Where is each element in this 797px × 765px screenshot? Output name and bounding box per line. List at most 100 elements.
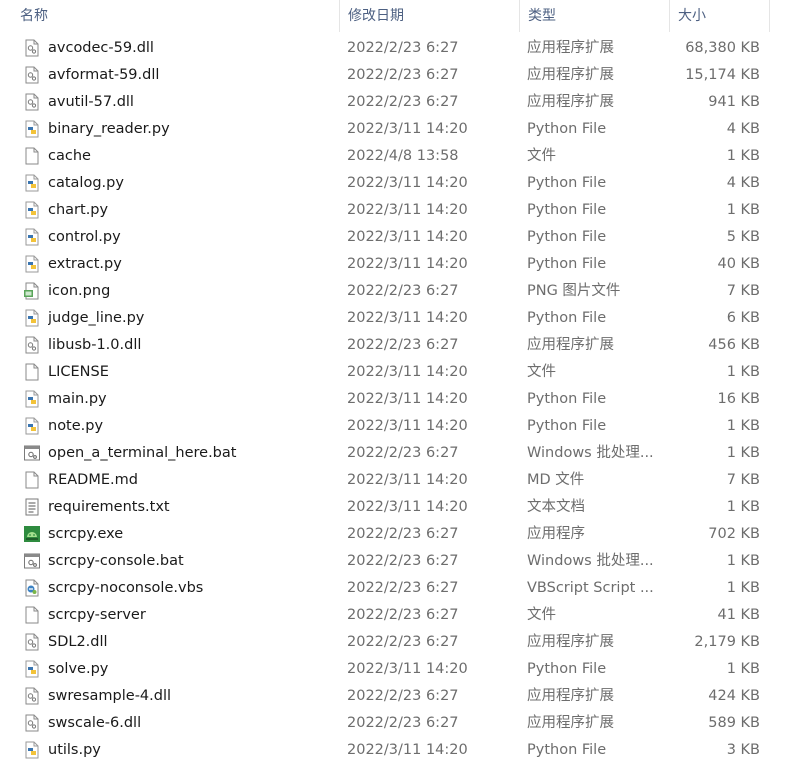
file-size: 1 KB [726,202,760,218]
name-column-header[interactable]: ^ 名称 [12,0,340,32]
file-row[interactable]: chart.py 2022/3/11 14:20 Python File 1 KB [0,197,797,224]
date-column-header[interactable]: 修改日期 [340,0,520,32]
file-row[interactable]: avcodec-59.dll 2022/2/23 6:27 应用程序扩展 68,380… [0,35,797,62]
file-name: judge_line.py [48,310,145,326]
file-row[interactable]: scrcpy-server 2022/2/23 6:27 文件 41 KB [0,602,797,629]
file-name: libusb-1.0.dll [48,337,142,353]
file-name: note.py [48,418,104,434]
file-modified-date: 2022/3/11 14:20 [347,175,468,191]
file-size: 1 KB [726,445,760,461]
file-size: 16 KB [717,391,760,407]
file-name: open_a_terminal_here.bat [48,445,237,461]
file-row[interactable]: judge_line.py 2022/3/11 14:20 Python File 6… [0,305,797,332]
file-size: 1 KB [726,364,760,380]
file-type: Python File [527,229,607,245]
file-name: utils.py [48,742,101,758]
file-size: 15,174 KB [685,67,760,83]
file-name: icon.png [48,283,111,299]
file-row[interactable]: swscale-6.dll 2022/2/23 6:27 应用程序扩展 589 KB [0,710,797,737]
file-modified-date: 2022/3/11 14:20 [347,364,468,380]
file-size: 5 KB [726,229,760,245]
file-size: 1 KB [726,499,760,515]
file-type: Windows 批处理... [527,553,654,569]
file-size: 1 KB [726,553,760,569]
dll-icon [23,39,41,57]
file-modified-date: 2022/2/23 6:27 [347,337,459,353]
file-modified-date: 2022/3/11 14:20 [347,121,468,137]
file-row[interactable]: avformat-59.dll 2022/2/23 6:27 应用程序扩展 15,17… [0,62,797,89]
file-type: 应用程序扩展 [527,40,614,56]
file-name: main.py [48,391,107,407]
file-size: 40 KB [717,256,760,272]
file-type: 文件 [527,607,556,623]
file-row[interactable]: catalog.py 2022/3/11 14:20 Python File 4 KB [0,170,797,197]
file-modified-date: 2022/2/23 6:27 [347,40,459,56]
file-row[interactable]: open_a_terminal_here.bat 2022/2/23 6:27 Wi… [0,440,797,467]
python-file-icon [23,255,41,273]
file-size: 4 KB [726,121,760,137]
file-type: Python File [527,661,607,677]
file-row[interactable]: scrcpy-console.bat 2022/2/23 6:27 Windows … [0,548,797,575]
file-type: 应用程序扩展 [527,634,614,650]
file-modified-date: 2022/3/11 14:20 [347,229,468,245]
python-file-icon [23,309,41,327]
file-row[interactable]: README.md 2022/3/11 14:20 MD 文件 7 KB [0,467,797,494]
file-size: 7 KB [726,472,760,488]
file-row[interactable]: scrcpy-noconsole.vbs 2022/2/23 6:27 VBScri… [0,575,797,602]
file-name: README.md [48,472,138,488]
file-name: binary_reader.py [48,121,170,137]
file-type: 应用程序扩展 [527,715,614,731]
file-modified-date: 2022/3/11 14:20 [347,310,468,326]
file-row[interactable]: solve.py 2022/3/11 14:20 Python File 1 KB [0,656,797,683]
dll-icon [23,633,41,651]
python-file-icon [23,741,41,759]
blank-file-icon [23,606,41,624]
file-row[interactable]: cache 2022/4/8 13:58 文件 1 KB [0,143,797,170]
file-type: 应用程序扩展 [527,67,614,83]
type-column-header[interactable]: 类型 [520,0,670,32]
dll-icon [23,336,41,354]
file-modified-date: 2022/3/11 14:20 [347,472,468,488]
file-name: extract.py [48,256,122,272]
file-modified-date: 2022/3/11 14:20 [347,391,468,407]
file-row[interactable]: control.py 2022/3/11 14:20 Python File 5 KB [0,224,797,251]
file-type: Python File [527,391,607,407]
batch-file-icon [23,444,41,462]
file-type: 文件 [527,148,556,164]
file-size: 3 KB [726,742,760,758]
file-row[interactable]: note.py 2022/3/11 14:20 Python File 1 KB [0,413,797,440]
size-column-header[interactable]: 大小 [670,0,770,32]
file-row[interactable]: requirements.txt 2022/3/11 14:20 文本文档 1 KB [0,494,797,521]
vbscript-file-icon [23,579,41,597]
file-row[interactable]: libusb-1.0.dll 2022/2/23 6:27 应用程序扩展 456 KB [0,332,797,359]
file-row[interactable]: main.py 2022/3/11 14:20 Python File 16 KB [0,386,797,413]
file-size: 424 KB [708,688,760,704]
file-row[interactable]: icon.png 2022/2/23 6:27 PNG 图片文件 7 KB [0,278,797,305]
file-row[interactable]: avutil-57.dll 2022/2/23 6:27 应用程序扩展 941 KB [0,89,797,116]
file-row[interactable]: binary_reader.py 2022/3/11 14:20 Python Fi… [0,116,797,143]
file-name: avutil-57.dll [48,94,134,110]
text-file-icon [23,498,41,516]
file-row[interactable]: scrcpy.exe 2022/2/23 6:27 应用程序 702 KB [0,521,797,548]
file-name: scrcpy-server [48,607,146,623]
file-row[interactable]: swresample-4.dll 2022/2/23 6:27 应用程序扩展 424 … [0,683,797,710]
file-name: SDL2.dll [48,634,108,650]
dll-icon [23,714,41,732]
dll-icon [23,66,41,84]
file-row[interactable]: LICENSE 2022/3/11 14:20 文件 1 KB [0,359,797,386]
file-name: swscale-6.dll [48,715,142,731]
file-name: cache [48,148,91,164]
image-file-icon [23,282,41,300]
file-size: 1 KB [726,661,760,677]
file-size: 41 KB [717,607,760,623]
file-row[interactable]: extract.py 2022/3/11 14:20 Python File 40 K… [0,251,797,278]
file-row[interactable]: SDL2.dll 2022/2/23 6:27 应用程序扩展 2,179 KB [0,629,797,656]
file-row[interactable]: utils.py 2022/3/11 14:20 Python File 3 KB [0,737,797,764]
file-type: 应用程序扩展 [527,94,614,110]
file-type: 应用程序 [527,526,585,542]
file-type: Python File [527,202,607,218]
column-header: ^ 名称 修改日期 类型 大小 [0,0,797,32]
file-type: 应用程序扩展 [527,337,614,353]
file-name: LICENSE [48,364,109,380]
file-modified-date: 2022/2/23 6:27 [347,688,459,704]
